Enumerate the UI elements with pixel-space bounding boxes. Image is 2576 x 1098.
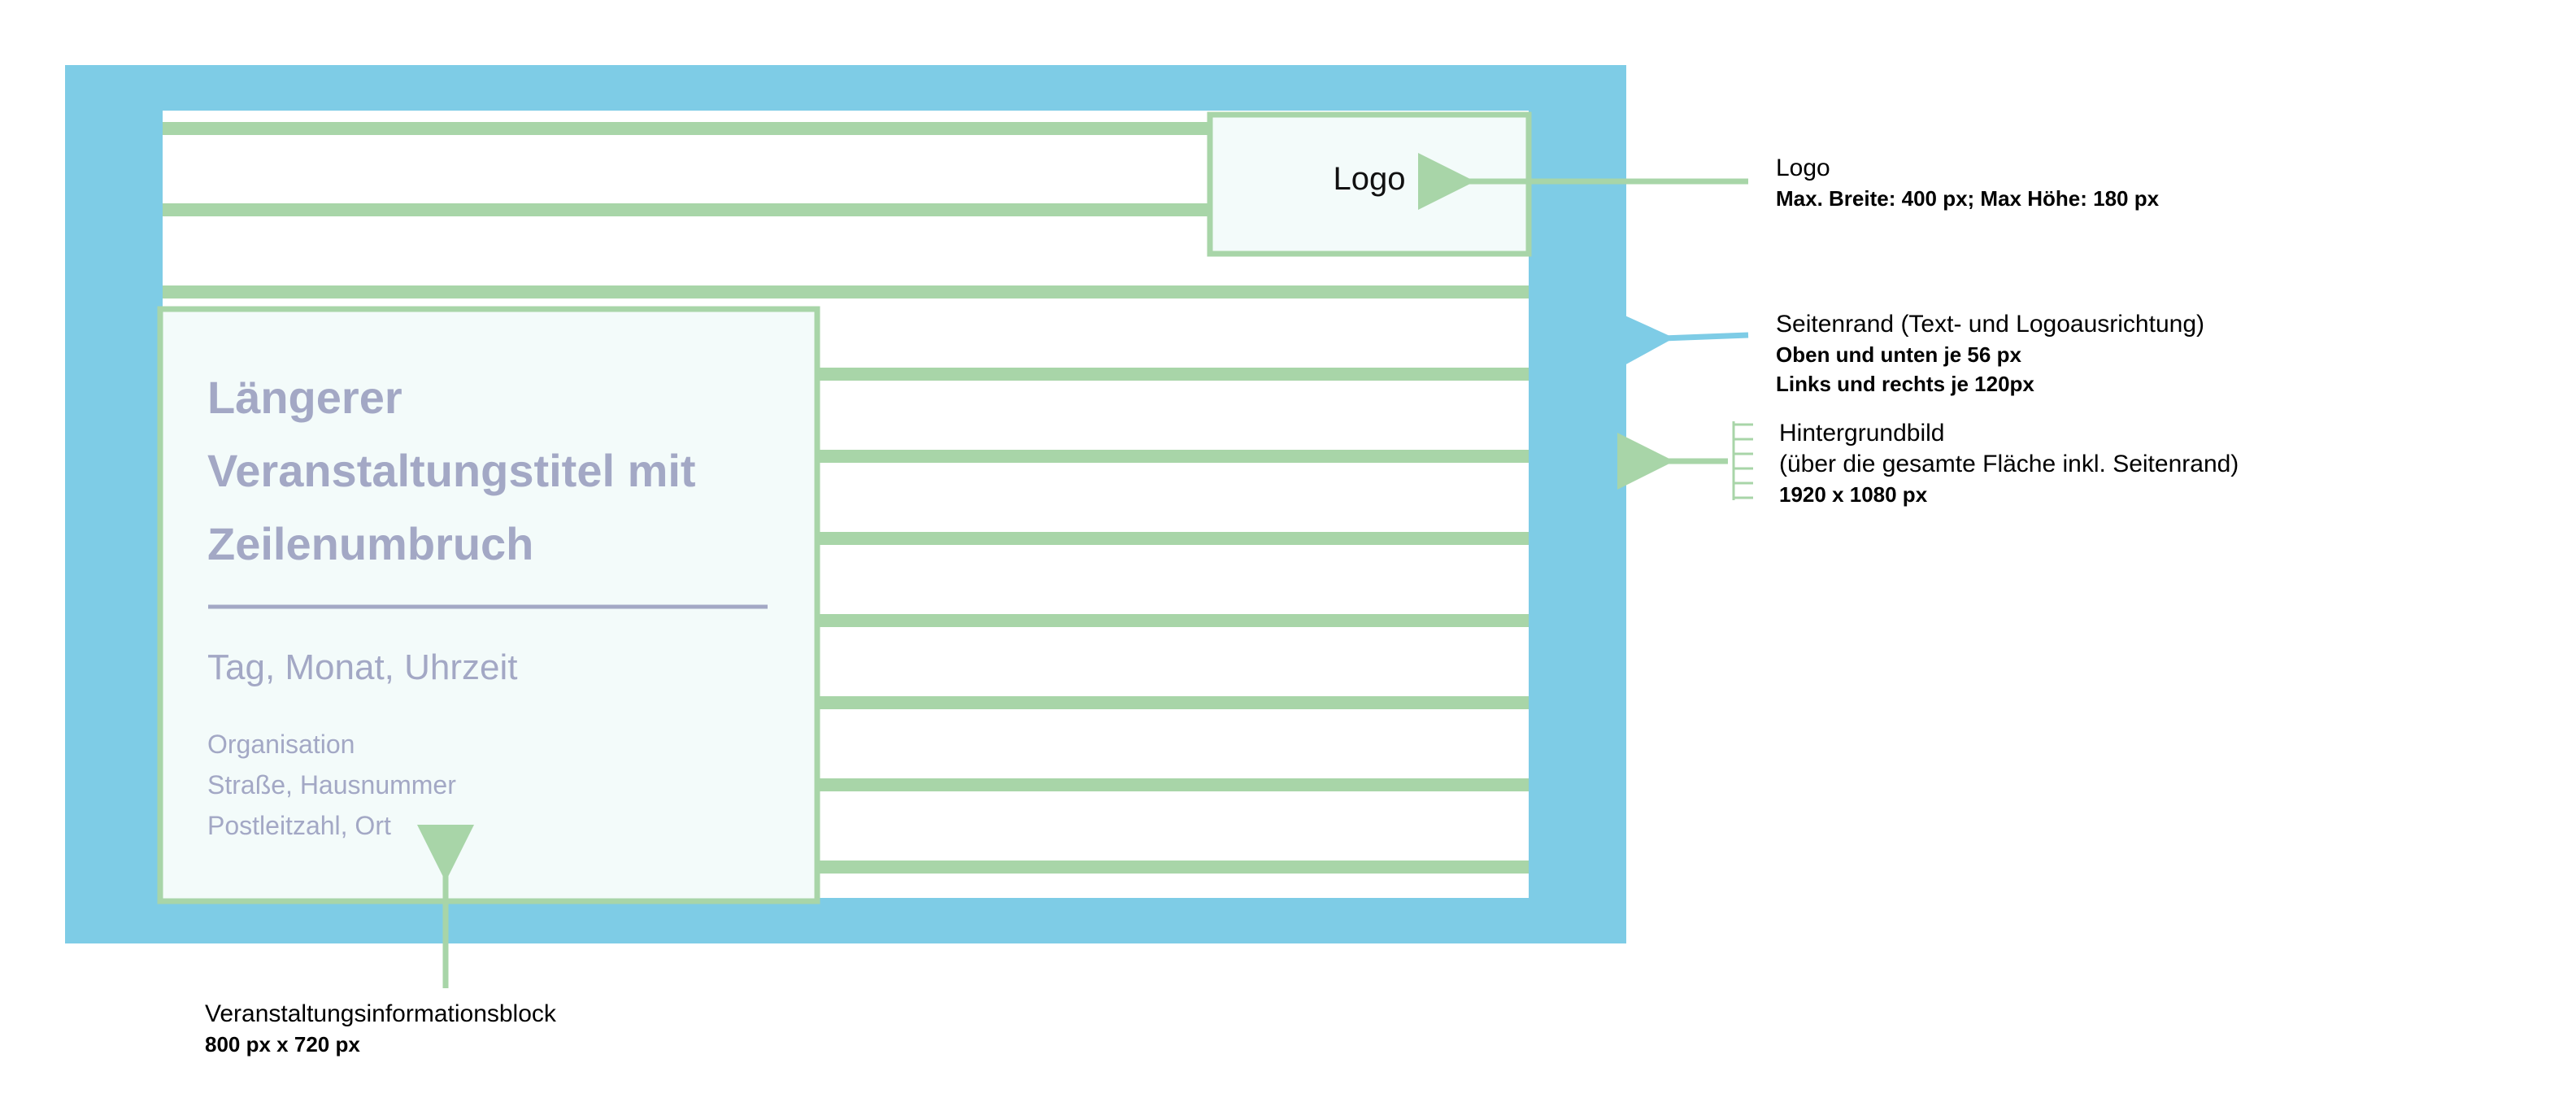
- annotation-info-block-detail: 800 px x 720 px: [205, 1032, 360, 1057]
- event-date: Tag, Monat, Uhrzeit: [207, 647, 518, 687]
- stripe: [163, 122, 1212, 135]
- stripe: [163, 285, 1529, 298]
- annotation-background-detail: 1920 x 1080 px: [1779, 482, 1928, 507]
- annotation-margin-title: Seitenrand (Text- und Logoausrichtung): [1776, 311, 2204, 338]
- event-title-line-1: Längerer: [207, 372, 402, 423]
- annotation-background-subtitle: (über die gesamte Fläche inkl. Seitenran…: [1779, 451, 2239, 477]
- stripe: [813, 696, 1529, 709]
- stripe: [813, 532, 1529, 545]
- stripe: [163, 203, 1212, 216]
- event-postcode-city: Postleitzahl, Ort: [207, 811, 391, 840]
- image-stack-icon: [1732, 421, 1753, 500]
- event-title-line-3: Zeilenumbruch: [207, 518, 534, 569]
- annotation-background-title: Hintergrundbild: [1779, 420, 1945, 447]
- stripe: [813, 368, 1529, 381]
- logo-box-label: Logo: [1333, 161, 1406, 197]
- event-title-line-2: Veranstaltungstitel mit: [207, 445, 696, 496]
- event-organisation: Organisation: [207, 730, 355, 759]
- margin-arrow: [1616, 312, 1749, 369]
- event-street: Straße, Hausnummer: [207, 770, 456, 800]
- stripe: [813, 861, 1529, 874]
- annotation-margin-detail-2: Links und rechts je 120px: [1776, 372, 2034, 396]
- annotation-info-block-title: Veranstaltungsinformationsblock: [205, 1000, 556, 1027]
- annotation-margin-detail-1: Oben und unten je 56 px: [1776, 342, 2021, 367]
- annotation-logo-title: Logo: [1776, 155, 1830, 181]
- annotation-logo-detail: Max. Breite: 400 px; Max Höhe: 180 px: [1776, 186, 2160, 211]
- stripe: [813, 614, 1529, 627]
- stripe: [813, 450, 1529, 463]
- stripe: [813, 778, 1529, 791]
